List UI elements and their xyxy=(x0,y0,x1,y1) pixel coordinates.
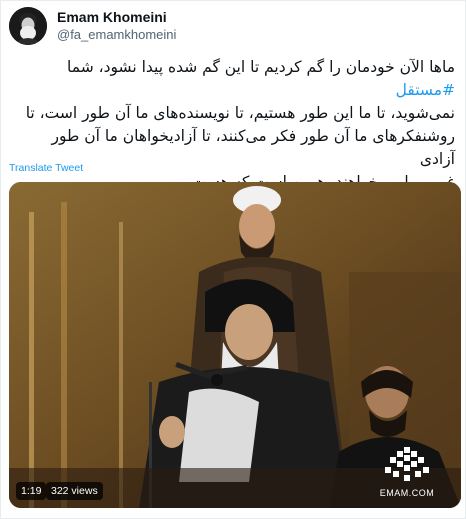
hashtag-link[interactable]: #مستقل xyxy=(396,81,455,99)
avatar-image xyxy=(9,7,47,45)
watermark-text: EMAM.COM xyxy=(379,488,435,498)
author-handle[interactable]: @fa_emamkhomeini xyxy=(57,26,176,44)
tweet-line-1: ماها الآن خودمان را گم کردیم تا این گم ش… xyxy=(15,56,455,102)
avatar[interactable] xyxy=(9,7,47,45)
tweet-header: Emam Khomeini @fa_emamkhomeini xyxy=(9,7,176,45)
tweet-line-1-text: ماها الآن خودمان را گم کردیم تا این گم ش… xyxy=(67,58,455,76)
emam-logo-icon xyxy=(385,447,429,481)
author-display-name[interactable]: Emam Khomeini xyxy=(57,8,176,26)
tweet-line-2: نمی‌شوید، تا ما این طور هستیم، تا نویسند… xyxy=(25,104,455,122)
video-views-badge: 322 views xyxy=(46,482,103,500)
tweet-card: Emam Khomeini @fa_emamkhomeini ماها الآن… xyxy=(0,0,466,519)
video-player[interactable]: EMAM.COM 1:19 322 views xyxy=(9,182,461,508)
author-info: Emam Khomeini @fa_emamkhomeini xyxy=(57,8,176,44)
video-duration-badge: 1:19 xyxy=(16,482,47,500)
watermark: EMAM.COM xyxy=(375,447,439,498)
translate-tweet-link[interactable]: Translate Tweet xyxy=(9,162,83,174)
